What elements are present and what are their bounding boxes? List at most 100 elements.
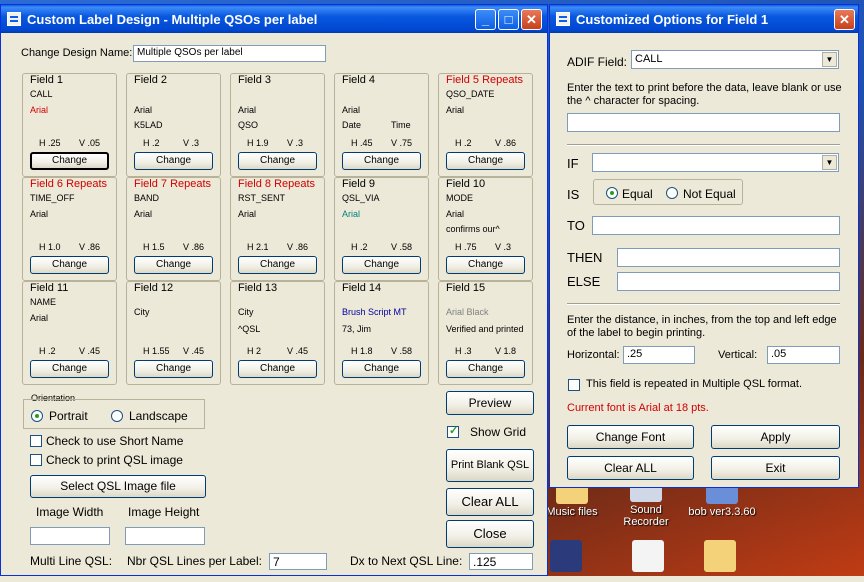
portrait-radio[interactable] — [31, 410, 43, 422]
image-height-input[interactable] — [125, 527, 205, 545]
prefix-text-input[interactable] — [567, 113, 840, 132]
design-name-input[interactable]: Multiple QSOs per label — [133, 45, 326, 62]
minimize-button[interactable]: _ — [475, 9, 496, 30]
adif-field-label: ADIF Field: — [567, 55, 628, 69]
field-change-button[interactable]: Change — [134, 256, 213, 274]
field-font-name: Arial — [238, 209, 257, 219]
if-field-select[interactable]: ▼ — [592, 153, 839, 172]
maximize-button[interactable]: □ — [498, 9, 519, 30]
else-value-input[interactable] — [617, 272, 840, 291]
field-change-button[interactable]: Change — [238, 360, 317, 378]
equal-radio[interactable] — [606, 187, 618, 199]
dx-next-line-input[interactable]: .125 — [469, 553, 533, 570]
distance-instructions: Enter the distance, in inches, from the … — [567, 314, 837, 339]
field-horizontal-value: H 1.0 — [39, 242, 61, 252]
field-horizontal-value: H 1.55 — [143, 346, 170, 356]
adif-field-value: CALL — [635, 53, 663, 65]
field-font-name: Brush Script MT — [342, 307, 407, 317]
landscape-radio[interactable] — [111, 410, 123, 422]
print-qsl-image-checkbox[interactable] — [30, 454, 42, 466]
field-box-6: Field 6 Repeats TIME_OFF Arial H 1.0 V .86 Ch… — [22, 177, 117, 281]
field-change-button[interactable]: Change — [134, 152, 213, 170]
main-title-bar: Custom Label Design - Multiple QSOs per … — [1, 5, 547, 33]
clear-all-button[interactable]: Clear ALL — [446, 488, 534, 516]
equal-label: Equal — [622, 187, 653, 201]
field-box-12: Field 12 City H 1.55 V .45 Change — [126, 281, 221, 385]
field-font-name: Arial — [30, 105, 49, 115]
field-change-button[interactable]: Change — [342, 360, 421, 378]
field-font-name: Arial — [342, 105, 361, 115]
apply-button[interactable]: Apply — [711, 425, 840, 449]
short-name-checkbox[interactable] — [30, 435, 42, 447]
document-icon — [632, 540, 664, 572]
field-change-button[interactable]: Change — [446, 152, 525, 170]
field-vertical-value: V 1.8 — [495, 346, 517, 356]
select-qsl-image-button[interactable]: Select QSL Image file — [30, 475, 206, 498]
field-print-text: QSO — [238, 120, 259, 130]
field-box-5: Field 5 Repeats QSO_DATE Arial H .2 V .86 Cha… — [438, 73, 533, 177]
options-clear-all-button[interactable]: Clear ALL — [567, 456, 694, 480]
else-label: ELSE — [567, 274, 601, 289]
vertical-input[interactable]: .05 — [767, 346, 840, 364]
field-change-button[interactable]: Change — [342, 256, 421, 274]
options-close-button[interactable]: ✕ — [834, 9, 855, 30]
field-data-name: RST_SENT — [238, 193, 286, 203]
customized-options-window: Customized Options for Field 1 ✕ ADIF Fi… — [549, 4, 859, 488]
nbr-lines-input[interactable]: 7 — [269, 553, 327, 570]
vertical-label: Vertical: — [718, 349, 758, 361]
divider-bottom — [567, 303, 840, 305]
desktop-icon-document[interactable] — [628, 540, 668, 574]
to-label: TO — [567, 218, 585, 233]
field-font-name: Arial — [30, 209, 49, 219]
chevron-down-icon: ▼ — [822, 52, 837, 67]
show-grid-checkbox[interactable]: ✓ — [447, 425, 459, 438]
field-title: Field 4 — [342, 74, 376, 86]
field-vertical-value: V .58 — [391, 346, 413, 356]
field-vertical-value: V .45 — [79, 346, 101, 356]
field-box-4: Field 4 Arial Date Time H .45 V .75 Change — [334, 73, 429, 177]
field-data-name: CALL — [30, 89, 53, 99]
repeat-field-checkbox[interactable] — [568, 379, 580, 391]
field-horizontal-value: H .75 — [455, 242, 477, 252]
desktop-icon-shortcut[interactable] — [546, 540, 586, 574]
field-change-button[interactable]: Change — [30, 360, 109, 378]
print-qsl-image-label: Check to print QSL image — [46, 453, 183, 467]
image-width-input[interactable] — [30, 527, 110, 545]
field-vertical-value: V .86 — [495, 138, 517, 148]
to-value-input[interactable] — [592, 216, 840, 235]
portrait-label: Portrait — [49, 409, 88, 423]
close-button[interactable]: Close — [446, 520, 534, 548]
custom-label-design-window: Custom Label Design - Multiple QSOs per … — [0, 4, 548, 576]
field-change-button[interactable]: Change — [30, 256, 109, 274]
preview-button[interactable]: Preview — [446, 391, 534, 415]
field-change-button[interactable]: Change — [342, 152, 421, 170]
app-icon — [7, 12, 21, 26]
short-name-label: Check to use Short Name — [46, 434, 184, 448]
chevron-down-icon: ▼ — [822, 155, 837, 170]
not-equal-radio[interactable] — [666, 187, 678, 199]
field-change-button[interactable]: Change — [238, 256, 317, 274]
then-value-input[interactable] — [617, 248, 840, 267]
landscape-label: Landscape — [129, 409, 188, 423]
field-change-button[interactable]: Change — [446, 360, 525, 378]
field-box-11: Field 11 NAME Arial H .2 V .45 Change — [22, 281, 117, 385]
horizontal-input[interactable]: .25 — [623, 346, 695, 364]
field-print-text: K5LAD — [134, 120, 163, 130]
close-window-button[interactable]: ✕ — [521, 9, 542, 30]
print-blank-qsl-button[interactable]: Print Blank QSL — [446, 449, 534, 482]
field-change-button[interactable]: Change — [446, 256, 525, 274]
field-change-button[interactable]: Change — [238, 152, 317, 170]
adif-field-select[interactable]: CALL ▼ — [631, 50, 839, 69]
field-change-button[interactable]: Change — [134, 360, 213, 378]
exit-button[interactable]: Exit — [711, 456, 840, 480]
desktop-icon-folder[interactable] — [700, 540, 740, 574]
field-print-text: Date — [342, 120, 362, 130]
field-title: Field 13 — [238, 282, 278, 294]
change-font-button[interactable]: Change Font — [567, 425, 694, 449]
field-font-name: Arial Black — [446, 307, 489, 317]
if-label: IF — [567, 156, 579, 171]
field-box-13: Field 13 City ^QSL H 2 V .45 Change — [230, 281, 325, 385]
field-change-button[interactable]: Change — [30, 152, 109, 170]
field-horizontal-value: H .3 — [455, 346, 472, 356]
main-window-title: Custom Label Design - Multiple QSOs per … — [27, 11, 318, 27]
